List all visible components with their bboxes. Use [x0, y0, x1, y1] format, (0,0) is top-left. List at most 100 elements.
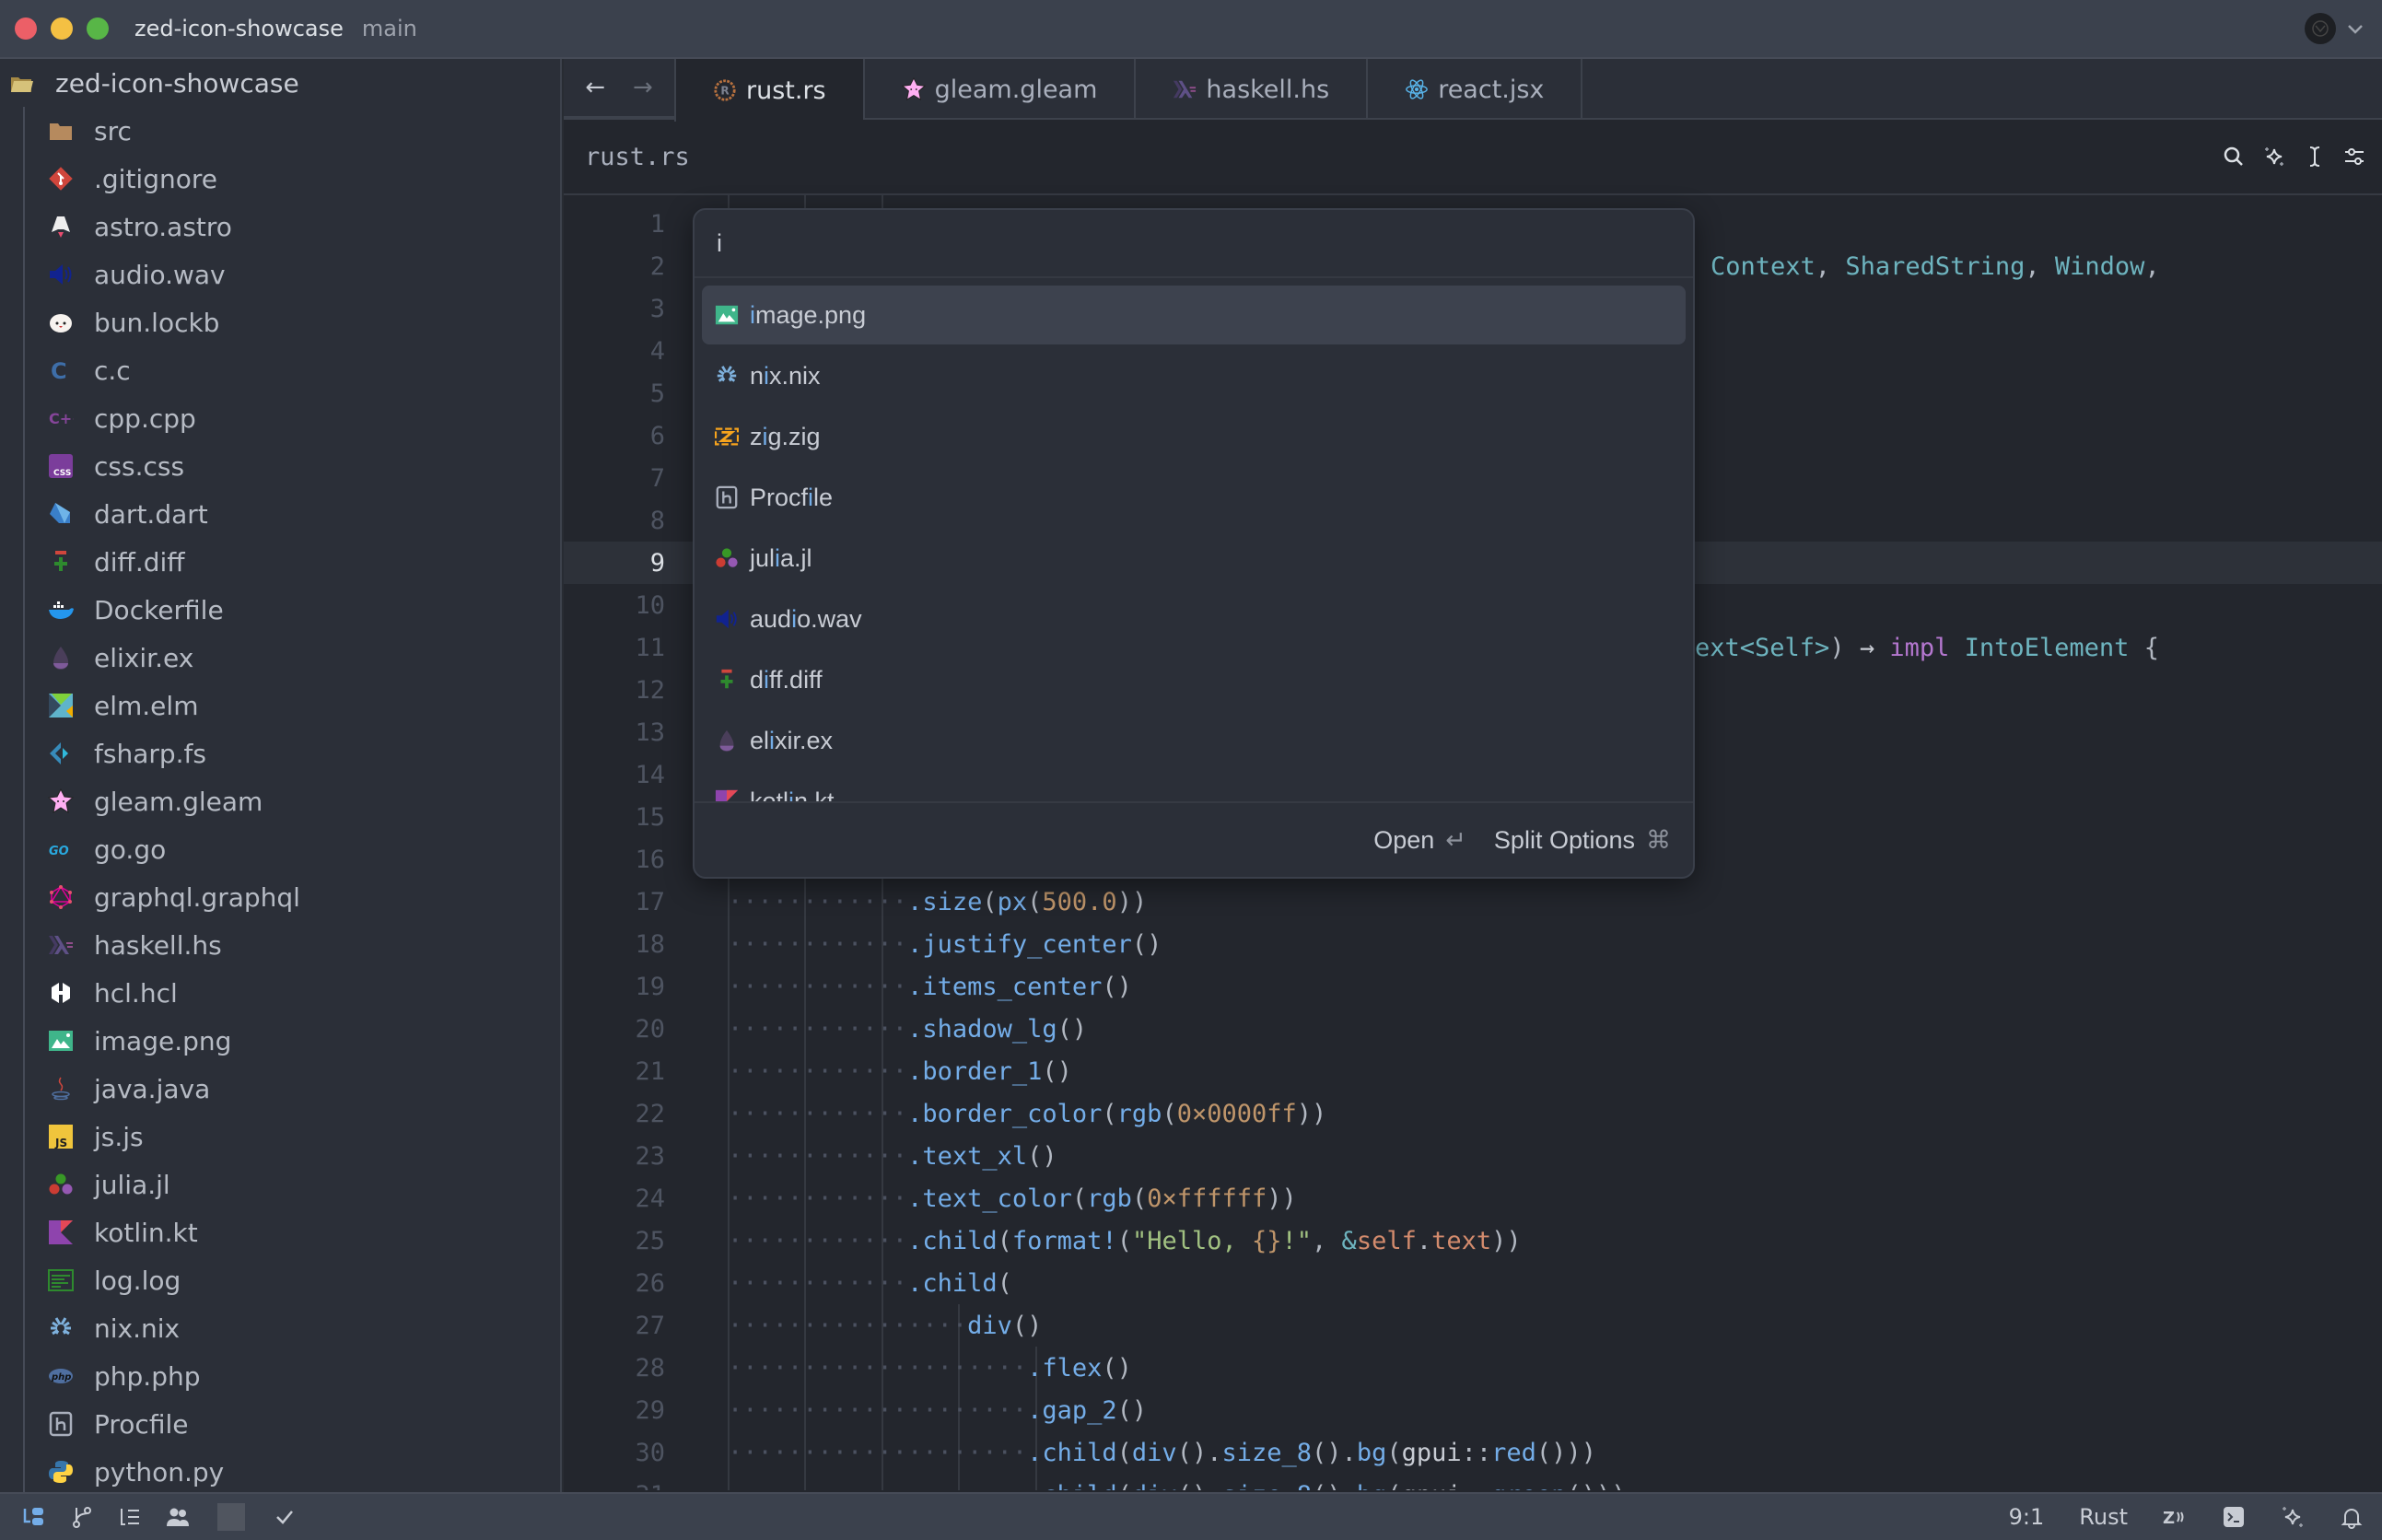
- elixir-icon: [48, 645, 74, 671]
- user-menu[interactable]: [2305, 13, 2365, 44]
- search-icon[interactable]: [2222, 142, 2246, 171]
- chevron-down-icon[interactable]: [2345, 18, 2365, 39]
- avatar[interactable]: [2305, 13, 2336, 44]
- arrow-left-icon[interactable]: ←: [585, 74, 605, 101]
- file-finder-result[interactable]: Procfile: [702, 468, 1686, 527]
- file-tree-item[interactable]: image.png: [0, 1017, 560, 1065]
- file-tree-item[interactable]: dart.dart: [0, 490, 560, 538]
- file-tree-item[interactable]: src: [0, 107, 560, 155]
- code-line: 24 ············.text_color(rgb(0×ffffff)): [564, 1177, 2382, 1219]
- line-number: 5: [649, 379, 665, 408]
- project-root[interactable]: zed-icon-showcase: [0, 59, 560, 107]
- minimize-window-button[interactable]: [51, 18, 73, 40]
- open-button[interactable]: Open ↵: [1373, 826, 1466, 855]
- notifications-bell-icon[interactable]: [2340, 1505, 2364, 1529]
- file-tree-item[interactable]: nix.nix: [0, 1304, 560, 1352]
- file-tree-item[interactable]: Dockerfile: [0, 586, 560, 634]
- file-tree-item[interactable]: css.css: [0, 442, 560, 490]
- git-icon: [48, 166, 74, 192]
- tab-rust-rs[interactable]: rust.rs: [674, 59, 863, 122]
- fsharp-icon: [48, 741, 74, 766]
- file-finder-result[interactable]: audio.wav: [702, 589, 1686, 648]
- file-tree-item[interactable]: bun.lockb: [0, 298, 560, 346]
- file-finder-result[interactable]: nix.nix: [702, 346, 1686, 405]
- file-finder-result[interactable]: image.png: [702, 286, 1686, 344]
- file-tree-item[interactable]: elm.elm: [0, 682, 560, 729]
- file-tree-item[interactable]: python.py: [0, 1448, 560, 1492]
- file-finder-results: image.png nix.nix zig.zig Procfile julia.jl a…: [702, 286, 1686, 801]
- breadcrumb[interactable]: rust.rs: [585, 143, 690, 171]
- maximize-window-button[interactable]: [87, 18, 109, 40]
- file-tree-item[interactable]: cpp.cpp: [0, 394, 560, 442]
- file-tree-item[interactable]: astro.astro: [0, 203, 560, 251]
- close-window-button[interactable]: [15, 18, 37, 40]
- file-tree-item[interactable]: kotlin.kt: [0, 1208, 560, 1256]
- git-branch-icon[interactable]: [68, 1503, 96, 1531]
- arrow-right-icon[interactable]: →: [633, 74, 653, 101]
- code-text: ············.shadow_lg(): [728, 1014, 1088, 1044]
- tab-haskell-hs[interactable]: haskell.hs: [1134, 59, 1366, 120]
- line-number: 30: [635, 1438, 665, 1467]
- file-finder-result[interactable]: julia.jl: [702, 529, 1686, 588]
- line-number: 8: [649, 506, 665, 535]
- collaborators-icon[interactable]: [164, 1503, 192, 1531]
- settings-sliders-icon[interactable]: [2343, 142, 2367, 171]
- code-line: 23 ············.text_xl(): [564, 1135, 2382, 1177]
- file-tree-item[interactable]: graphql.graphql: [0, 873, 560, 921]
- file-tree-item[interactable]: log.log: [0, 1256, 560, 1304]
- cursor-position[interactable]: 9:1: [2009, 1504, 2045, 1530]
- nix-icon: [715, 364, 739, 388]
- command-key-icon: ⌘: [1646, 825, 1671, 854]
- svg-text:Z: Z: [2163, 1509, 2175, 1528]
- file-finder-input[interactable]: [717, 228, 1693, 258]
- line-number: 23: [635, 1141, 665, 1171]
- diagnostics-check-icon[interactable]: [271, 1503, 298, 1531]
- line-number: 24: [635, 1184, 665, 1213]
- text-cursor-icon[interactable]: [2303, 142, 2327, 171]
- file-tree-item[interactable]: gleam.gleam: [0, 777, 560, 825]
- tab-react-jsx[interactable]: react.jsx: [1366, 59, 1583, 120]
- line-number: 11: [635, 633, 665, 662]
- file-finder-result[interactable]: diff.diff: [702, 650, 1686, 709]
- file-tree-item[interactable]: elixir.ex: [0, 634, 560, 682]
- file-tree-item[interactable]: js.js: [0, 1113, 560, 1161]
- kotlin-icon: [715, 789, 739, 801]
- file-finder-footer: Open ↵ Split Options ⌘: [695, 801, 1693, 877]
- line-number: 15: [635, 802, 665, 832]
- julia-icon: [715, 546, 739, 570]
- line-number: 19: [635, 972, 665, 1001]
- outline-list-icon[interactable]: [116, 1503, 144, 1531]
- sparkle-assistant-icon[interactable]: [2262, 142, 2286, 171]
- file-tree-item[interactable]: haskell.hs: [0, 921, 560, 969]
- split-options-button[interactable]: Split Options ⌘: [1494, 826, 1671, 855]
- assistant-sparkle-icon[interactable]: [2281, 1505, 2305, 1529]
- file-tree-item[interactable]: php.php: [0, 1352, 560, 1400]
- split-options-label: Split Options: [1493, 825, 1635, 854]
- terminal-icon[interactable]: [2222, 1505, 2246, 1529]
- file-tree-item[interactable]: fsharp.fs: [0, 729, 560, 777]
- file-finder-result[interactable]: zig.zig: [702, 407, 1686, 466]
- file-tree-item-label: elixir.ex: [94, 642, 194, 673]
- file-tree-item[interactable]: audio.wav: [0, 251, 560, 298]
- line-number: 6: [649, 421, 665, 450]
- project-panel-toggle-icon[interactable]: [20, 1503, 48, 1531]
- language-selector[interactable]: Rust: [2079, 1504, 2128, 1530]
- file-tree-item[interactable]: Procfile: [0, 1400, 560, 1448]
- file-finder-result[interactable]: kotlin.kt: [702, 772, 1686, 801]
- file-tree-item[interactable]: hcl.hcl: [0, 969, 560, 1017]
- file-tree-item[interactable]: c.c: [0, 346, 560, 394]
- file-tree-item[interactable]: julia.jl: [0, 1161, 560, 1208]
- diff-icon: [715, 668, 739, 692]
- branch-button[interactable]: main: [362, 16, 417, 41]
- tab-gleam-gleam[interactable]: gleam.gleam: [862, 59, 1135, 120]
- title-bar: zed-icon-showcase main: [0, 0, 2382, 59]
- file-tree-item[interactable]: java.java: [0, 1065, 560, 1113]
- edit-prediction-icon[interactable]: Z: [2163, 1505, 2187, 1529]
- haskell-icon: [1173, 77, 1197, 101]
- file-tree-item[interactable]: diff.diff: [0, 538, 560, 586]
- file-finder-result[interactable]: elixir.ex: [702, 711, 1686, 770]
- file-tree-item[interactable]: go.go: [0, 825, 560, 873]
- file-tree-item[interactable]: .gitignore: [0, 155, 560, 203]
- project-name-button[interactable]: zed-icon-showcase: [134, 16, 344, 41]
- image-icon: [715, 303, 739, 327]
